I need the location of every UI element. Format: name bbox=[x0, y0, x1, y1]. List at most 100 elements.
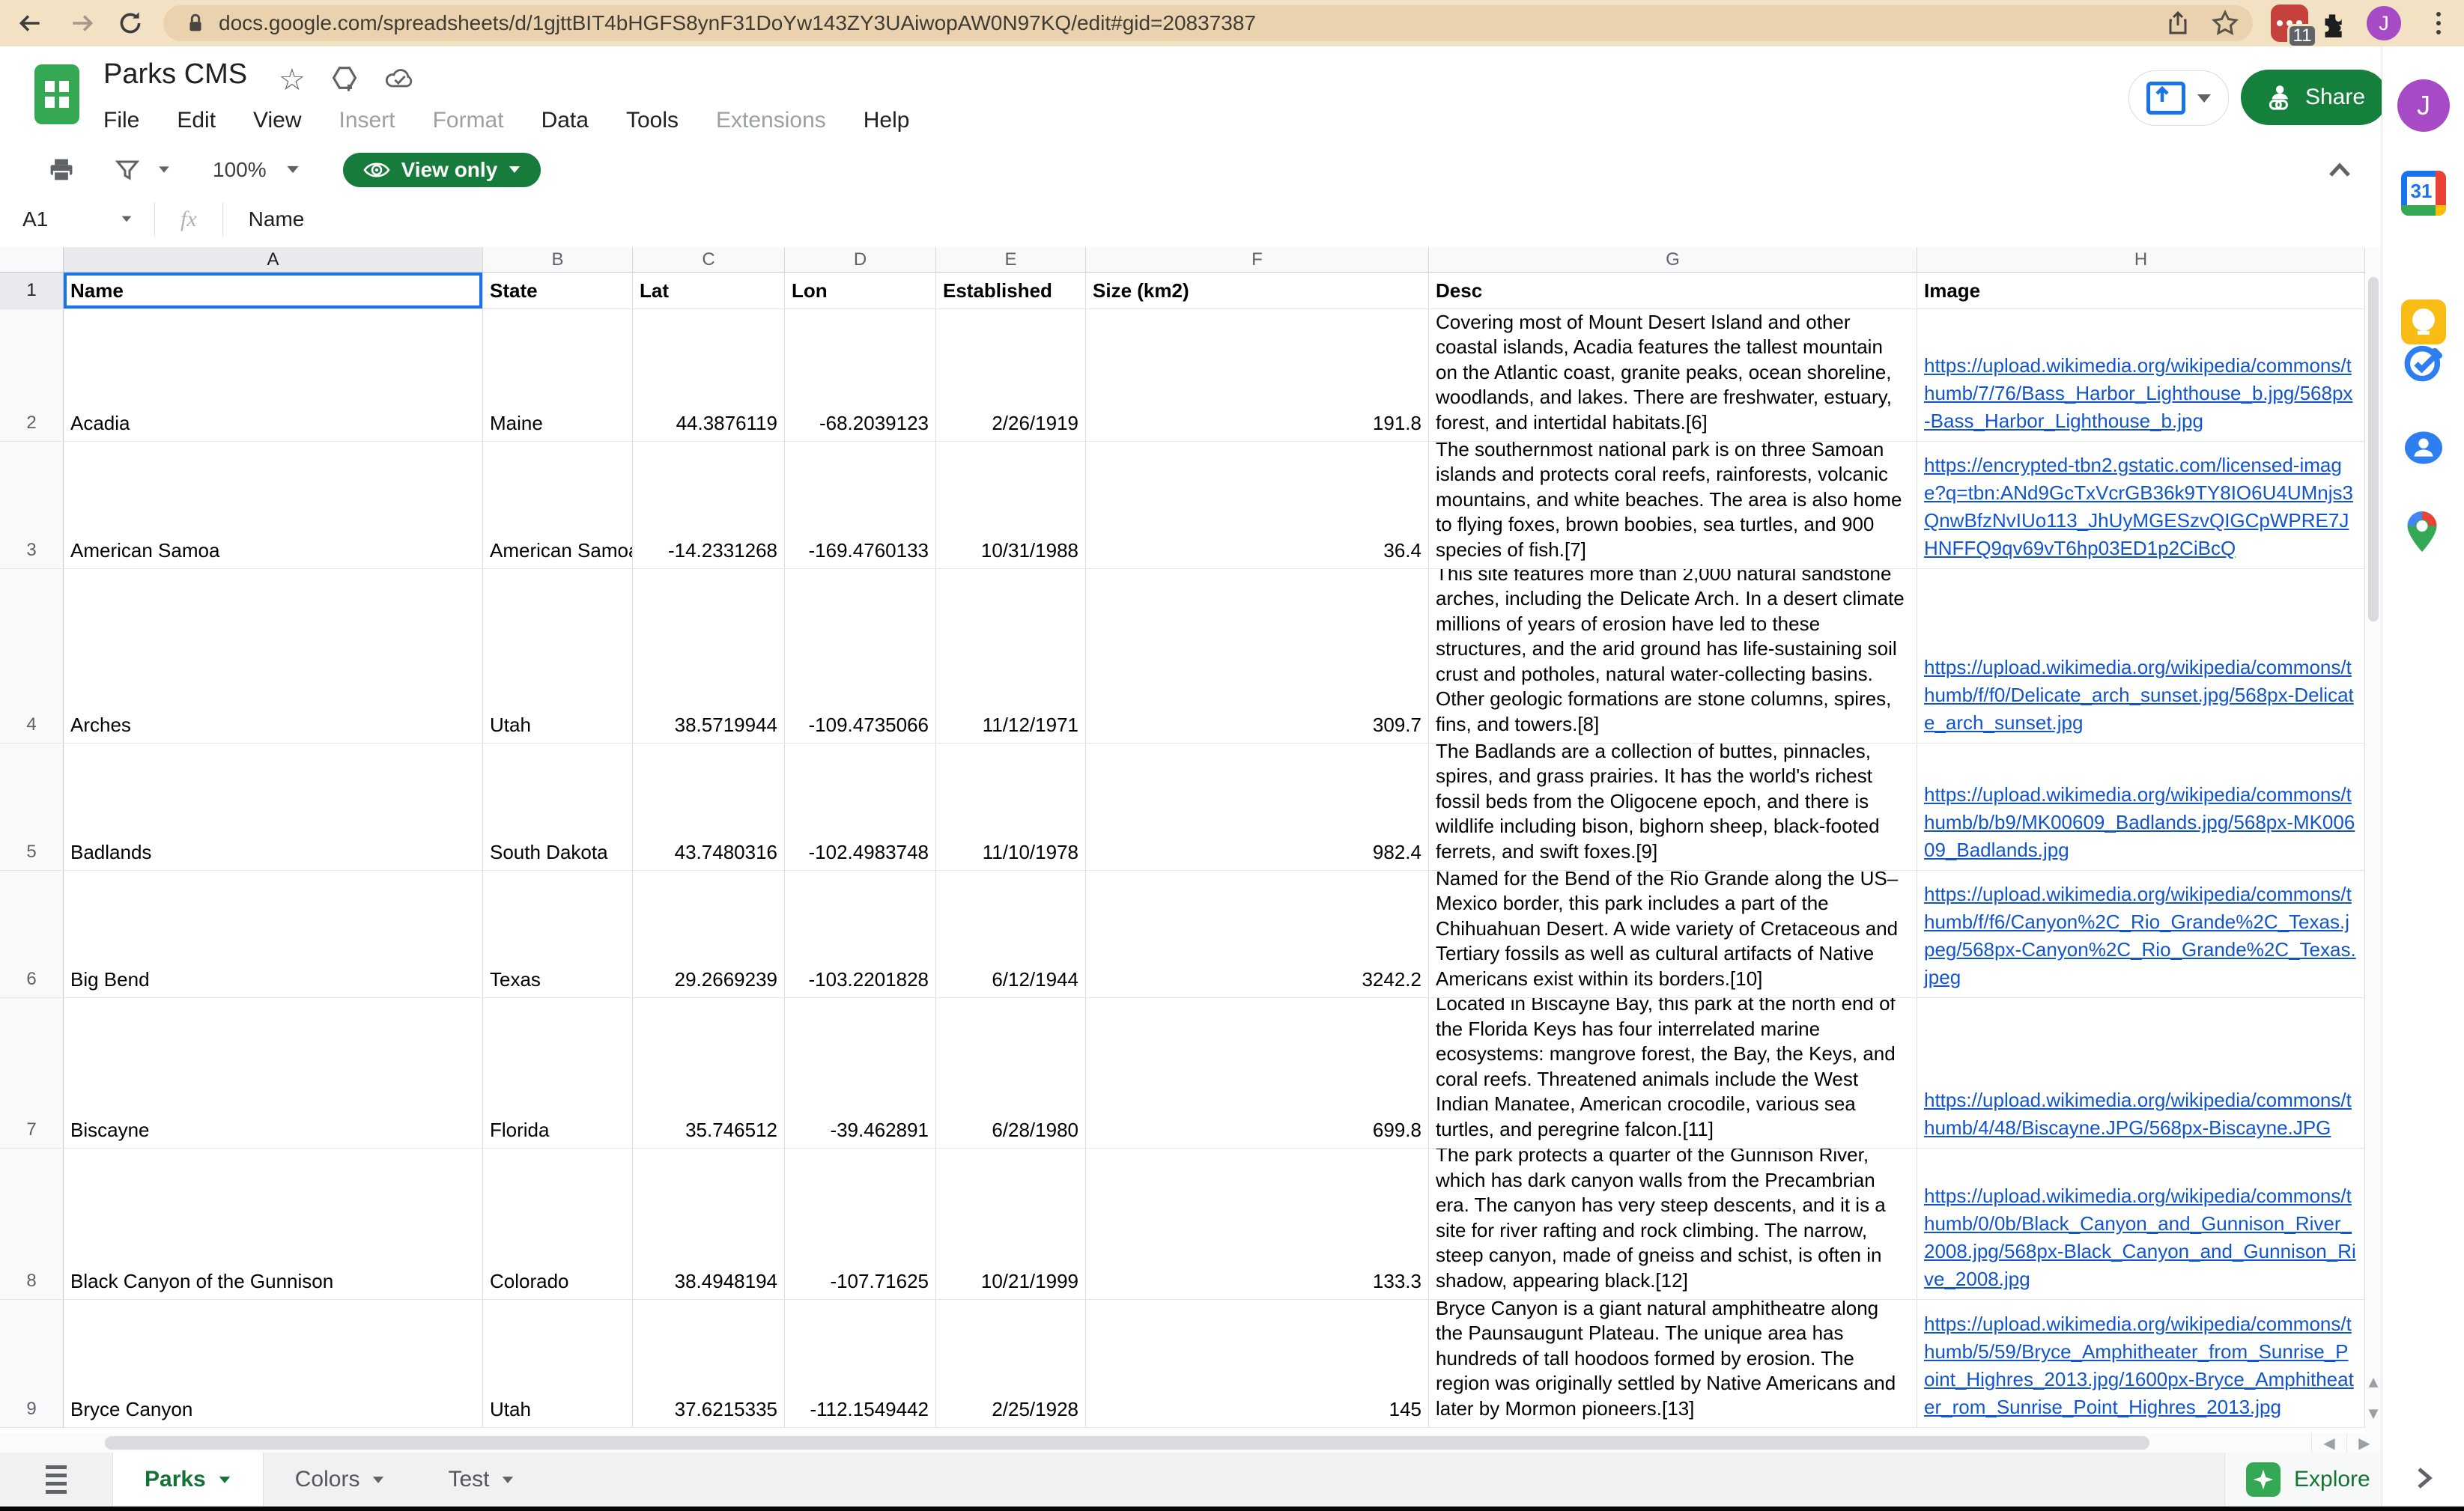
all-sheets-menu-icon[interactable] bbox=[0, 1453, 112, 1507]
cell-E6[interactable]: 6/12/1944 bbox=[936, 871, 1086, 997]
column-header-H[interactable]: H bbox=[1917, 247, 2365, 273]
cell-B4[interactable]: Utah bbox=[483, 569, 633, 743]
browser-address-bar[interactable]: docs.google.com/spreadsheets/d/1gjttBIT4… bbox=[163, 5, 2253, 41]
scroll-right-icon[interactable]: ▶ bbox=[2347, 1433, 2382, 1453]
tab-colors[interactable]: Colors bbox=[264, 1453, 417, 1507]
cell-H8[interactable]: https://upload.wikimedia.org/wikipedia/c… bbox=[1917, 1149, 2365, 1299]
image-url-link[interactable]: https://encrypted-tbn2.gstatic.com/licen… bbox=[1924, 452, 2358, 562]
extensions-puzzle-icon[interactable] bbox=[2316, 7, 2349, 40]
cell-F2[interactable]: 191.8 bbox=[1086, 309, 1429, 441]
cell-G4[interactable]: This site features more than 2,000 natur… bbox=[1429, 569, 1917, 743]
menu-help[interactable]: Help bbox=[864, 108, 910, 133]
cell-H3[interactable]: https://encrypted-tbn2.gstatic.com/licen… bbox=[1917, 442, 2365, 568]
scroll-down-icon[interactable]: ▼ bbox=[2365, 1400, 2382, 1427]
cell-E5[interactable]: 11/10/1978 bbox=[936, 744, 1086, 870]
scroll-up-icon[interactable]: ▲ bbox=[2365, 1369, 2382, 1396]
cell-B9[interactable]: Utah bbox=[483, 1300, 633, 1427]
column-header-F[interactable]: F bbox=[1086, 247, 1429, 273]
account-avatar[interactable]: J bbox=[2397, 79, 2450, 132]
browser-reload-button[interactable] bbox=[114, 7, 147, 40]
cell-A4[interactable]: Arches bbox=[64, 569, 483, 743]
image-url-link[interactable]: https://upload.wikimedia.org/wikipedia/c… bbox=[1924, 654, 2358, 737]
sheets-logo-icon[interactable] bbox=[34, 64, 79, 124]
cell-B6[interactable]: Texas bbox=[483, 871, 633, 997]
cell-C4[interactable]: 38.5719944 bbox=[633, 569, 785, 743]
vertical-scrollbar[interactable]: ▲ ▼ bbox=[2365, 247, 2382, 1433]
expand-side-panel-icon[interactable] bbox=[2409, 1462, 2439, 1495]
menu-view[interactable]: View bbox=[253, 108, 301, 133]
filter-icon[interactable] bbox=[114, 156, 141, 183]
explore-button[interactable]: Explore bbox=[2224, 1453, 2382, 1507]
menu-data[interactable]: Data bbox=[541, 108, 589, 133]
cell-A6[interactable]: Big Bend bbox=[64, 871, 483, 997]
cell-A3[interactable]: American Samoa bbox=[64, 442, 483, 568]
cell-G8[interactable]: The park protects a quarter of the Gunni… bbox=[1429, 1149, 1917, 1299]
cell-G7[interactable]: Located in Biscayne Bay, this park at th… bbox=[1429, 998, 1917, 1148]
cell-F3[interactable]: 36.4 bbox=[1086, 442, 1429, 568]
tab-test[interactable]: Test bbox=[416, 1453, 546, 1507]
cell-C3[interactable]: -14.2331268 bbox=[633, 442, 785, 568]
menu-tools[interactable]: Tools bbox=[626, 108, 679, 133]
cell-E1[interactable]: Established bbox=[936, 273, 1086, 308]
row-number-2[interactable]: 2 bbox=[0, 309, 64, 441]
row-number-5[interactable]: 5 bbox=[0, 744, 64, 870]
cell-H4[interactable]: https://upload.wikimedia.org/wikipedia/c… bbox=[1917, 569, 2365, 743]
cell-A8[interactable]: Black Canyon of the Gunnison bbox=[64, 1149, 483, 1299]
cell-G6[interactable]: Named for the Bend of the Rio Grande alo… bbox=[1429, 871, 1917, 997]
view-only-button[interactable]: View only bbox=[343, 153, 541, 187]
cell-D5[interactable]: -102.4983748 bbox=[785, 744, 936, 870]
scroll-left-icon[interactable]: ◀ bbox=[2312, 1433, 2347, 1453]
image-url-link[interactable]: https://upload.wikimedia.org/wikipedia/c… bbox=[1924, 781, 2358, 864]
star-document-icon[interactable]: ☆ bbox=[279, 63, 306, 97]
name-box-chevron-icon[interactable] bbox=[122, 216, 132, 222]
menu-edit[interactable]: Edit bbox=[177, 108, 216, 133]
row-number-1[interactable]: 1 bbox=[0, 273, 64, 308]
name-box[interactable]: A1 bbox=[22, 207, 120, 231]
horizontal-scrollbar-thumb[interactable] bbox=[105, 1436, 2149, 1450]
cell-C2[interactable]: 44.3876119 bbox=[633, 309, 785, 441]
collapse-toolbar-button[interactable] bbox=[2325, 159, 2355, 181]
column-header-A[interactable]: A bbox=[64, 247, 483, 273]
open-in-app-button[interactable] bbox=[2128, 70, 2229, 126]
cell-H6[interactable]: https://upload.wikimedia.org/wikipedia/c… bbox=[1917, 871, 2365, 997]
cell-D2[interactable]: -68.2039123 bbox=[785, 309, 936, 441]
cell-C7[interactable]: 35.746512 bbox=[633, 998, 785, 1148]
browser-menu-button[interactable] bbox=[2425, 10, 2452, 37]
image-url-link[interactable]: https://upload.wikimedia.org/wikipedia/c… bbox=[1924, 881, 2358, 991]
row-number-9[interactable]: 9 bbox=[0, 1300, 64, 1427]
cell-E3[interactable]: 10/31/1988 bbox=[936, 442, 1086, 568]
cell-F9[interactable]: 145 bbox=[1086, 1300, 1429, 1427]
print-icon[interactable] bbox=[46, 155, 76, 185]
cell-H5[interactable]: https://upload.wikimedia.org/wikipedia/c… bbox=[1917, 744, 2365, 870]
cell-F7[interactable]: 699.8 bbox=[1086, 998, 1429, 1148]
cell-D7[interactable]: -39.462891 bbox=[785, 998, 936, 1148]
row-number-3[interactable]: 3 bbox=[0, 442, 64, 568]
row-number-4[interactable]: 4 bbox=[0, 569, 64, 743]
bookmark-star-icon[interactable] bbox=[2211, 9, 2239, 37]
cell-D9[interactable]: -112.1549442 bbox=[785, 1300, 936, 1427]
cell-B7[interactable]: Florida bbox=[483, 998, 633, 1148]
cell-E7[interactable]: 6/28/1980 bbox=[936, 998, 1086, 1148]
cell-A9[interactable]: Bryce Canyon bbox=[64, 1300, 483, 1427]
cell-F8[interactable]: 133.3 bbox=[1086, 1149, 1429, 1299]
share-button[interactable]: Share bbox=[2241, 70, 2388, 125]
filter-chevron-icon[interactable] bbox=[159, 166, 169, 172]
cell-C5[interactable]: 43.7480316 bbox=[633, 744, 785, 870]
column-header-E[interactable]: E bbox=[936, 247, 1086, 273]
calendar-icon[interactable]: 31 bbox=[2401, 171, 2446, 216]
cell-A5[interactable]: Badlands bbox=[64, 744, 483, 870]
browser-back-button[interactable] bbox=[13, 7, 46, 40]
cell-G2[interactable]: Covering most of Mount Desert Island and… bbox=[1429, 309, 1917, 441]
zoom-level[interactable]: 100% bbox=[213, 158, 267, 182]
image-url-link[interactable]: https://upload.wikimedia.org/wikipedia/c… bbox=[1924, 1182, 2358, 1293]
cell-A2[interactable]: Acadia bbox=[64, 309, 483, 441]
cell-D3[interactable]: -169.4760133 bbox=[785, 442, 936, 568]
row-number-7[interactable]: 7 bbox=[0, 998, 64, 1148]
cell-G3[interactable]: The southernmost national park is on thr… bbox=[1429, 442, 1917, 568]
maps-icon[interactable] bbox=[2401, 509, 2446, 554]
tab-parks[interactable]: Parks bbox=[112, 1453, 264, 1507]
cell-F5[interactable]: 982.4 bbox=[1086, 744, 1429, 870]
add-shortcut-icon[interactable] bbox=[330, 63, 359, 93]
cell-F4[interactable]: 309.7 bbox=[1086, 569, 1429, 743]
cloud-saved-icon[interactable] bbox=[383, 63, 416, 93]
